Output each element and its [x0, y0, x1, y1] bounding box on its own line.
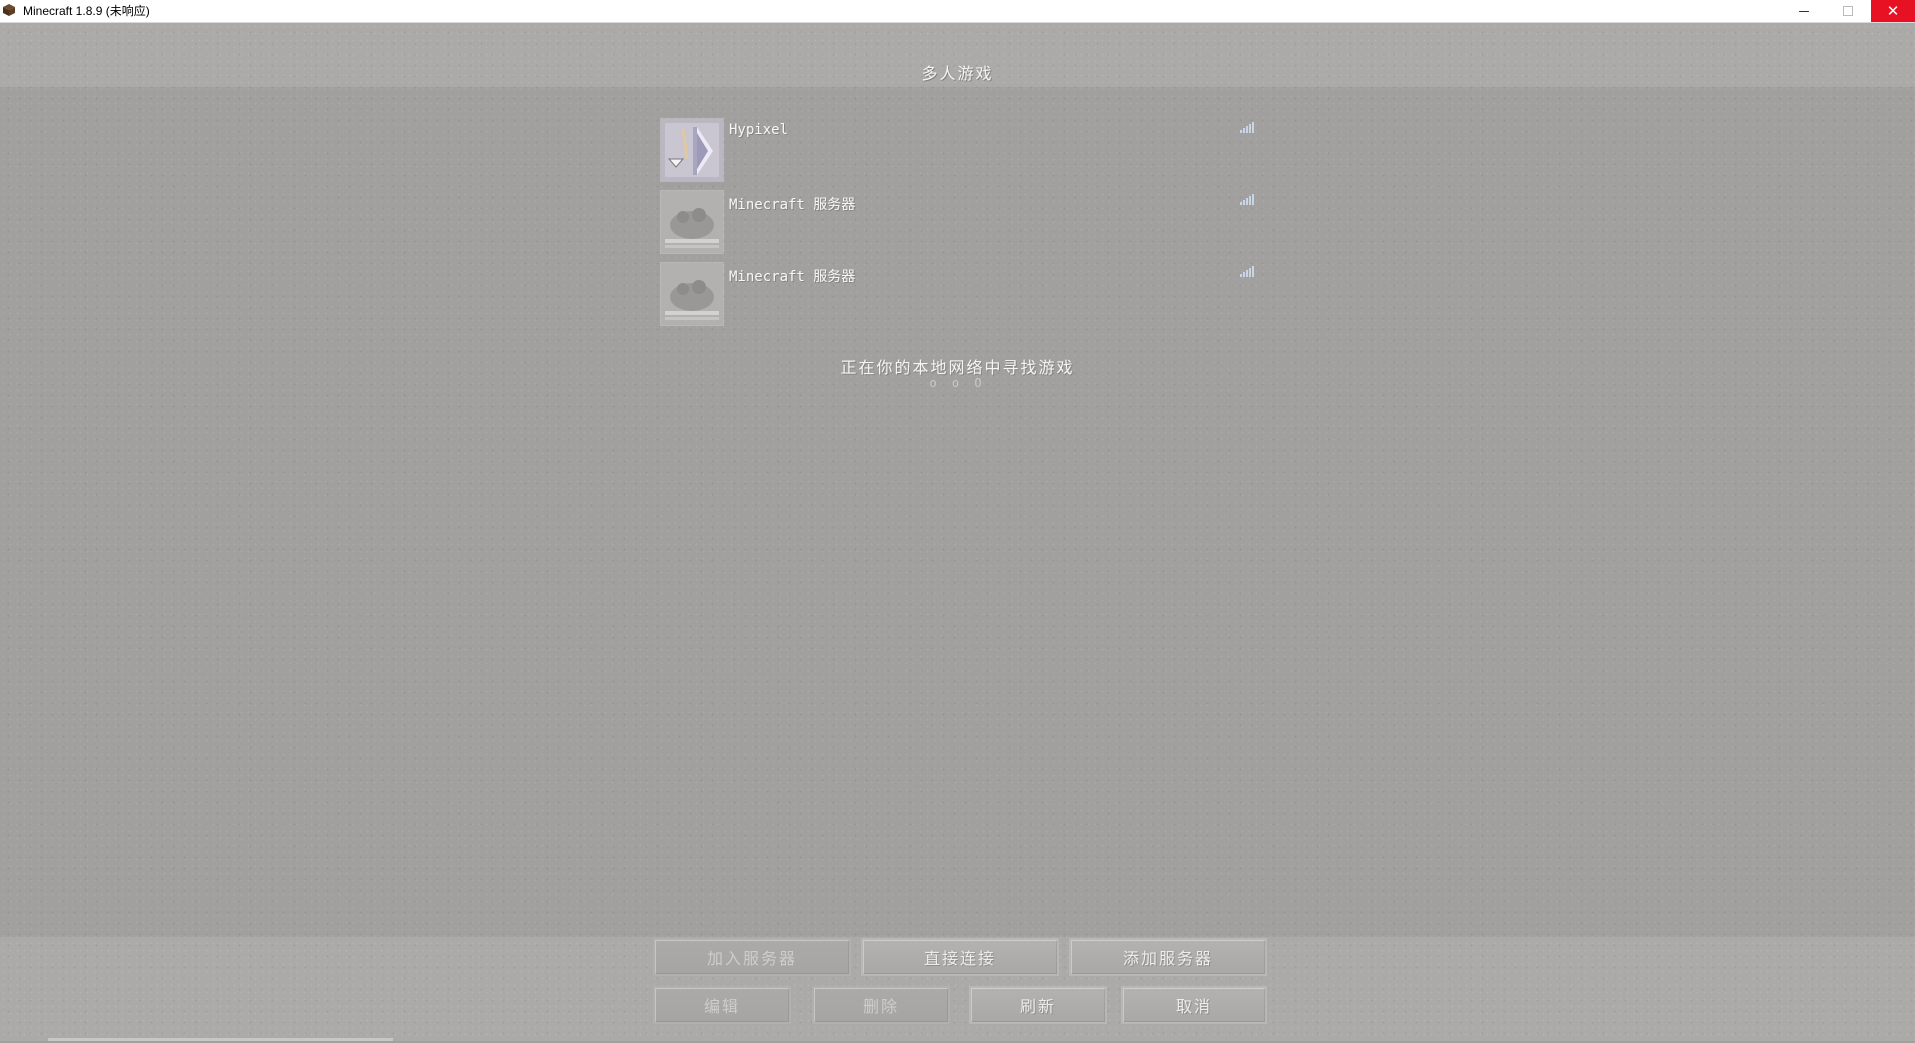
window-titlebar: Minecraft 1.8.9 (未响应) ✕	[0, 0, 1915, 23]
server-entry-minecraft-2[interactable]: Minecraft 服务器	[660, 262, 1265, 328]
server-name: Minecraft 服务器	[729, 197, 856, 213]
server-name: Hypixel	[729, 122, 789, 138]
signal-bars-icon	[1240, 193, 1260, 205]
direct-connect-button[interactable]: 直接连接	[861, 938, 1059, 976]
close-button[interactable]: ✕	[1871, 0, 1915, 22]
default-server-icon	[660, 190, 724, 254]
close-icon: ✕	[1886, 1, 1900, 20]
edit-button[interactable]: 编辑	[653, 986, 791, 1024]
refresh-button[interactable]: 刷新	[969, 986, 1107, 1024]
page-title: 多人游戏	[921, 64, 994, 83]
minimize-icon	[1799, 10, 1809, 12]
signal-bars-icon	[1240, 121, 1260, 133]
default-server-icon	[660, 262, 724, 326]
maximize-button[interactable]	[1826, 0, 1870, 22]
cancel-button[interactable]: 取消	[1121, 986, 1267, 1024]
minecraft-grass-block-icon	[3, 4, 15, 16]
multiplayer-screen: 多人游戏 Hypixel Minecraft 服务器 Minecraft 服务器…	[0, 23, 1915, 1043]
server-entry-minecraft-1[interactable]: Minecraft 服务器	[660, 190, 1265, 256]
server-name: Minecraft 服务器	[729, 269, 856, 285]
lan-scanning-indicator: o o O	[929, 376, 986, 390]
window-title: Minecraft 1.8.9 (未响应)	[23, 4, 150, 18]
maximize-icon	[1843, 6, 1853, 16]
server-entry-hypixel[interactable]: Hypixel	[660, 118, 1265, 184]
hypixel-logo-icon	[660, 118, 724, 182]
join-server-button[interactable]: 加入服务器	[653, 938, 851, 976]
add-server-button[interactable]: 添加服务器	[1069, 938, 1267, 976]
signal-bars-icon	[1240, 265, 1260, 277]
delete-button[interactable]: 删除	[812, 986, 950, 1024]
minimize-button[interactable]	[1782, 0, 1826, 22]
server-list[interactable]: Hypixel Minecraft 服务器 Minecraft 服务器 正在你的…	[0, 89, 1915, 935]
lan-search-status: 正在你的本地网络中寻找游戏	[840, 358, 1075, 377]
